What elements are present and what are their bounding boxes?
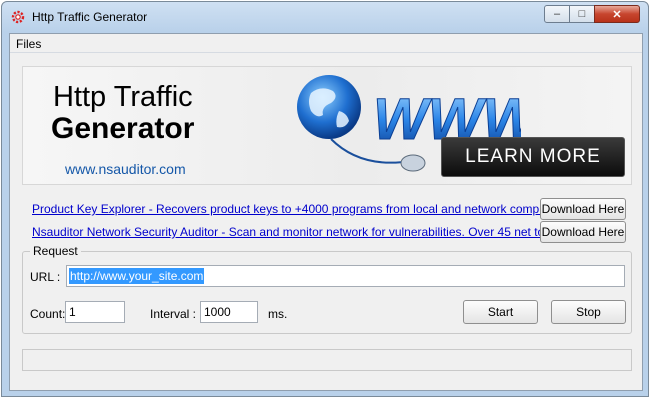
url-label: URL :	[30, 270, 61, 284]
title-bar[interactable]: Http Traffic Generator – □ ✕	[2, 2, 648, 32]
close-button[interactable]: ✕	[594, 5, 640, 23]
window-title: Http Traffic Generator	[32, 10, 148, 24]
url-input[interactable]	[66, 265, 625, 287]
ms-unit-label: ms.	[268, 307, 288, 321]
product-key-explorer-link[interactable]: Product Key Explorer - Recovers product …	[32, 202, 569, 216]
client-area: Files Http Traffic Generator www.nsaudit…	[9, 33, 643, 391]
maximize-button[interactable]: □	[569, 5, 595, 23]
request-group-label: Request	[30, 244, 81, 258]
interval-input[interactable]	[200, 301, 258, 323]
banner-title-line1: Http Traffic	[53, 81, 193, 113]
menu-bar: Files	[10, 34, 642, 53]
banner-url: www.nsauditor.com	[65, 161, 186, 177]
count-input[interactable]	[65, 301, 125, 323]
learn-more-button[interactable]: LEARN MORE	[441, 137, 625, 177]
minimize-button[interactable]: –	[544, 5, 570, 23]
close-icon: ✕	[612, 8, 622, 21]
nsauditor-link[interactable]: Nsauditor Network Security Auditor - Sca…	[32, 225, 599, 239]
stop-button[interactable]: Stop	[551, 300, 626, 324]
download-nsauditor-button[interactable]: Download Here	[540, 221, 626, 243]
start-button[interactable]: Start	[463, 300, 538, 324]
ad-banner[interactable]: Http Traffic Generator www.nsauditor.com	[22, 66, 632, 185]
count-label: Count:	[30, 307, 66, 321]
maximize-icon: □	[578, 8, 586, 20]
minimize-icon: –	[553, 8, 561, 20]
download-product-key-explorer-button[interactable]: Download Here	[540, 198, 626, 220]
banner-title-line2: Generator	[51, 112, 195, 145]
status-bar	[22, 349, 632, 371]
interval-label: Interval :	[150, 307, 197, 321]
menu-files[interactable]: Files	[16, 37, 41, 51]
app-window: Http Traffic Generator – □ ✕ Files Http …	[1, 1, 649, 397]
gear-icon	[11, 10, 25, 24]
